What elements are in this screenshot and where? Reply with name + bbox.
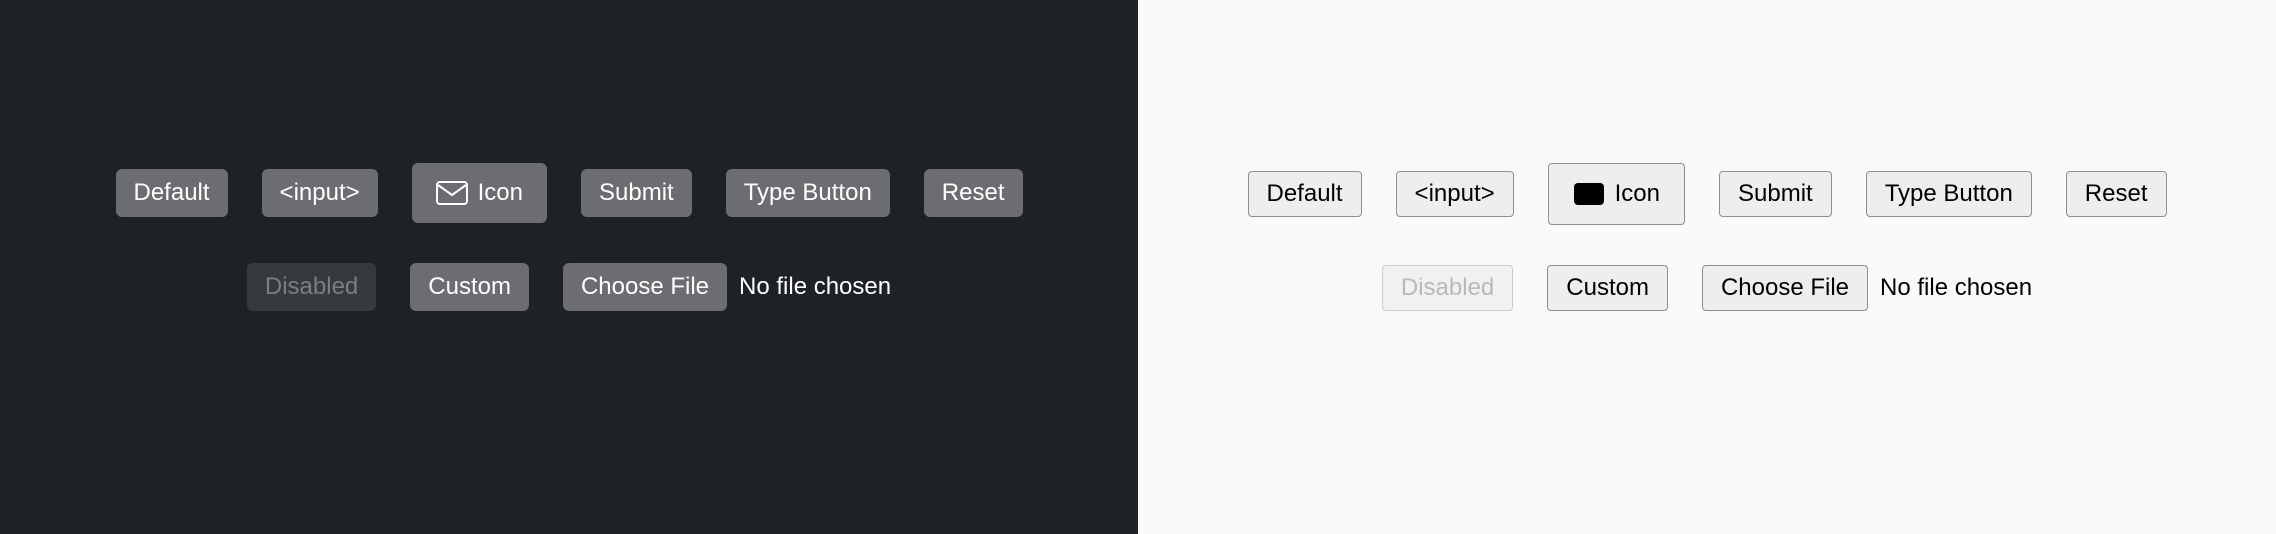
choose-file-button[interactable]: Choose File xyxy=(563,263,727,311)
custom-button[interactable]: Custom xyxy=(1547,265,1668,311)
type-button[interactable]: Type Button xyxy=(726,169,890,217)
default-button[interactable]: Default xyxy=(1248,171,1362,217)
dark-row-2: Disabled Custom Choose File No file chos… xyxy=(247,263,891,311)
input-button[interactable]: <input> xyxy=(1396,171,1514,217)
light-theme-panel: Default <input> Icon Submit Type Button … xyxy=(1138,0,2276,534)
envelope-icon xyxy=(436,181,468,205)
icon-button[interactable]: Icon xyxy=(1548,163,1685,225)
custom-button[interactable]: Custom xyxy=(410,263,529,311)
reset-button[interactable]: Reset xyxy=(924,169,1023,217)
disabled-button: Disabled xyxy=(1382,265,1513,311)
submit-button[interactable]: Submit xyxy=(581,169,692,217)
icon-button[interactable]: Icon xyxy=(412,163,547,223)
file-input-group: Choose File No file chosen xyxy=(1702,265,2032,311)
input-button[interactable]: <input> xyxy=(262,169,378,217)
envelope-icon xyxy=(1573,182,1605,206)
type-button[interactable]: Type Button xyxy=(1866,171,2032,217)
light-row-2: Disabled Custom Choose File No file chos… xyxy=(1382,265,2032,311)
choose-file-button[interactable]: Choose File xyxy=(1702,265,1868,311)
dark-row-1: Default <input> Icon Submit Type Button … xyxy=(116,163,1023,223)
file-status-label: No file chosen xyxy=(739,273,891,301)
file-input-group: Choose File No file chosen xyxy=(563,263,891,311)
light-row-1: Default <input> Icon Submit Type Button … xyxy=(1248,163,2167,225)
disabled-button: Disabled xyxy=(247,263,376,311)
icon-button-label: Icon xyxy=(1615,180,1660,208)
default-button[interactable]: Default xyxy=(116,169,228,217)
submit-button[interactable]: Submit xyxy=(1719,171,1832,217)
dark-theme-panel: Default <input> Icon Submit Type Button … xyxy=(0,0,1138,534)
icon-button-label: Icon xyxy=(478,179,523,207)
reset-button[interactable]: Reset xyxy=(2066,171,2167,217)
file-status-label: No file chosen xyxy=(1880,274,2032,302)
